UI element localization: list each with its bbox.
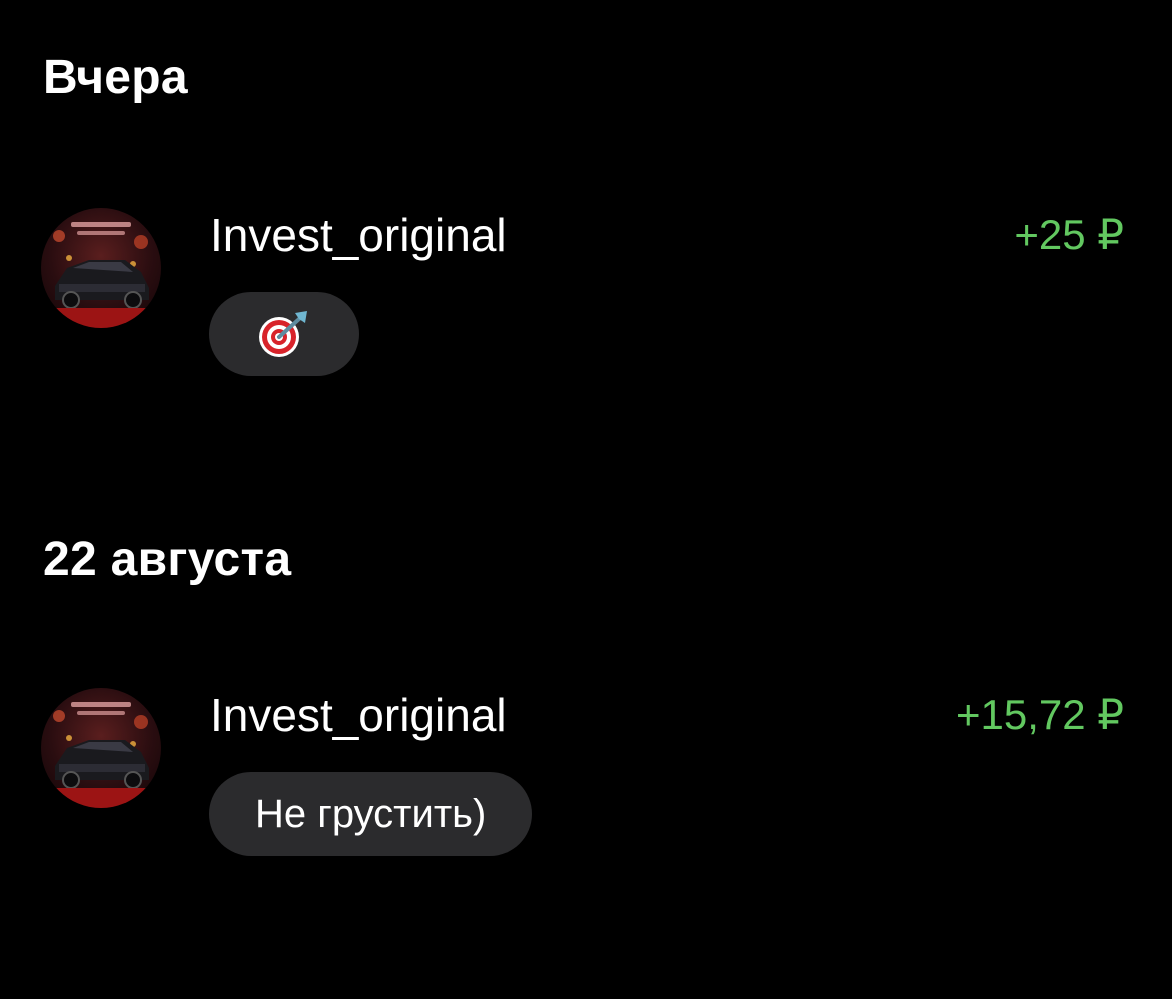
section-header-date: 22 августа [43,533,292,586]
avatar[interactable] [41,688,161,808]
amount: +15,72 ₽ [955,691,1124,738]
transaction-row[interactable]: Invest_original +25 ₽ [0,208,1172,388]
direct-hit-dart-icon [259,311,307,357]
message-bubble[interactable]: Не грустить) [209,772,533,856]
sender-name: Invest_original [210,209,507,261]
transaction-row[interactable]: Invest_original +15,72 ₽ Не грустить) [0,688,1172,868]
avatar[interactable] [41,208,161,328]
amount: +25 ₽ [1014,211,1124,258]
section-header-yesterday: Вчера [43,51,188,104]
message-bubble[interactable] [209,292,359,376]
sender-name: Invest_original [210,689,507,741]
